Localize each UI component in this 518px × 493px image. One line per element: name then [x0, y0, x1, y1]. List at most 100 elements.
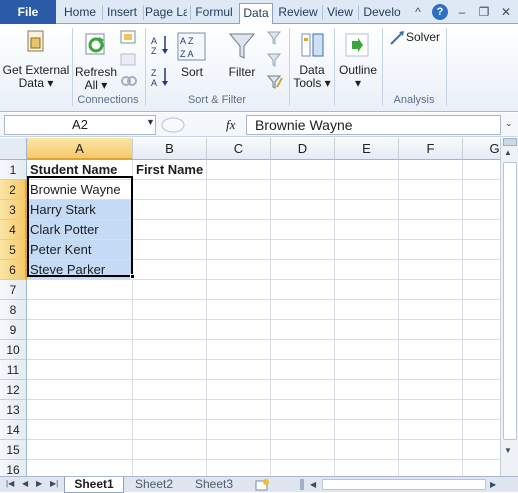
sort-z-to-a-icon[interactable]: Z A [150, 66, 170, 88]
scroll-left-icon[interactable]: ◀ [310, 480, 316, 489]
all-dropdown-label: All ▾ [84, 78, 108, 92]
gridline [27, 319, 500, 320]
tab-page-layout[interactable]: Page La [145, 3, 187, 24]
tab-review[interactable]: Review [276, 3, 320, 24]
tab-view[interactable]: View [324, 3, 356, 24]
first-sheet-icon[interactable]: |◀ [6, 479, 14, 488]
row-header-4[interactable]: 4 [0, 220, 27, 240]
gridline [27, 379, 500, 380]
insert-function-icon[interactable]: fx [226, 117, 235, 133]
close-window-icon[interactable]: ✕ [498, 4, 514, 20]
row-header-15[interactable]: 15 [0, 440, 27, 460]
expand-formula-bar-icon[interactable]: ⌄ [505, 118, 513, 129]
sheet-tab-sheet2[interactable]: Sheet2 [126, 477, 182, 493]
tab-file[interactable]: File [0, 0, 56, 24]
last-sheet-icon[interactable]: ▶| [50, 479, 58, 488]
help-icon[interactable]: ? [432, 4, 448, 20]
tab-split-handle[interactable] [300, 479, 304, 490]
vertical-scrollbar[interactable]: ▲ ▼ [500, 138, 518, 476]
ribbon: Get External Data ▾ Refresh All ▾ Connec… [0, 24, 518, 112]
horizontal-scroll-thumb[interactable] [322, 479, 486, 490]
row-header-12[interactable]: 12 [0, 380, 27, 400]
properties-icon[interactable] [120, 52, 138, 68]
sort-icon: A Z Z A [177, 32, 206, 61]
svg-text:A Z: A Z [180, 36, 194, 46]
tab-data[interactable]: Data [239, 3, 273, 25]
scroll-down-icon[interactable]: ▼ [504, 446, 512, 455]
tab-developer[interactable]: Develo [360, 3, 404, 24]
group-label-connections: Connections [77, 94, 139, 106]
row-header-14[interactable]: 14 [0, 420, 27, 440]
formula-bar: A2 ▼ fx Brownie Wayne ⌄ [0, 113, 518, 137]
minimize-window-icon[interactable]: – [454, 4, 470, 20]
refresh-icon [85, 33, 105, 55]
selection-range-border [27, 176, 133, 277]
sheet-tab-sheet3[interactable]: Sheet3 [186, 477, 242, 493]
column-header-a[interactable]: A [27, 138, 133, 160]
fill-handle[interactable] [130, 274, 135, 279]
svg-text:Z A: Z A [180, 49, 194, 59]
group-separator [446, 28, 447, 106]
sheet-tab-sheet1[interactable]: Sheet1 [64, 477, 124, 493]
scroll-right-icon[interactable]: ▶ [490, 480, 496, 489]
row-header-11[interactable]: 11 [0, 360, 27, 380]
reapply-filter-icon[interactable] [266, 52, 284, 68]
svg-text:A: A [151, 36, 157, 46]
row-header-5[interactable]: 5 [0, 240, 27, 260]
column-header-g[interactable]: G [463, 138, 500, 160]
ribbon-tab-bar: File Home Insert Page La Formul Data Rev… [0, 0, 518, 25]
row-header-7[interactable]: 7 [0, 280, 27, 300]
column-header-e[interactable]: E [335, 138, 399, 160]
row-header-1[interactable]: 1 [0, 160, 27, 180]
gridline [462, 160, 463, 476]
clear-filter-icon[interactable] [266, 30, 284, 46]
row-header-9[interactable]: 9 [0, 320, 27, 340]
scroll-thumb[interactable] [503, 162, 517, 440]
svg-text:Z: Z [151, 46, 157, 56]
database-icon [27, 30, 44, 52]
next-sheet-icon[interactable]: ▶ [36, 479, 42, 488]
cell-b1[interactable]: First Name [133, 160, 206, 179]
name-box[interactable]: A2 [4, 115, 156, 135]
column-header-f[interactable]: F [399, 138, 463, 160]
restore-window-icon[interactable]: ❐ [476, 4, 492, 20]
tab-home[interactable]: Home [61, 3, 99, 24]
formula-input[interactable]: Brownie Wayne [246, 115, 501, 135]
row-header-3[interactable]: 3 [0, 200, 27, 220]
column-header-b[interactable]: B [133, 138, 207, 160]
gridline [27, 459, 500, 460]
formula-bar-splitter-icon[interactable] [160, 116, 186, 134]
gridline [27, 299, 500, 300]
prev-sheet-icon[interactable]: ◀ [22, 479, 28, 488]
row-header-8[interactable]: 8 [0, 300, 27, 320]
row-header-16[interactable]: 16 [0, 460, 27, 476]
scroll-up-icon[interactable]: ▲ [504, 148, 512, 157]
data-dropdown-label: Data ▾ [18, 76, 54, 90]
gridline [27, 279, 500, 280]
outline-dropdown-icon: ▾ [354, 76, 362, 90]
gridline [27, 339, 500, 340]
advanced-filter-icon[interactable] [266, 74, 284, 90]
connections-icon[interactable] [120, 30, 138, 46]
edit-links-icon[interactable] [120, 74, 138, 88]
group-separator [289, 28, 290, 106]
tab-insert[interactable]: Insert [104, 3, 140, 24]
gridline [398, 160, 399, 476]
sort-a-to-z-icon[interactable]: A Z [150, 34, 170, 56]
group-label-sort-filter: Sort & Filter [187, 94, 247, 106]
group-separator [334, 28, 335, 106]
column-header-c[interactable]: C [207, 138, 271, 160]
column-header-d[interactable]: D [271, 138, 335, 160]
gridline [206, 160, 207, 476]
insert-sheet-icon[interactable] [254, 478, 270, 491]
minimize-ribbon-icon[interactable]: ^ [410, 4, 426, 20]
row-header-6[interactable]: 6 [0, 260, 27, 280]
tab-formulas[interactable]: Formul [192, 3, 236, 24]
split-box[interactable] [503, 138, 517, 146]
name-box-dropdown-icon[interactable]: ▼ [146, 117, 155, 127]
row-header-10[interactable]: 10 [0, 340, 27, 360]
row-header-2[interactable]: 2 [0, 180, 27, 200]
worksheet-grid[interactable]: A B C D E F G 1 2 3 4 5 6 7 8 9 10 11 12… [0, 138, 500, 476]
row-header-13[interactable]: 13 [0, 400, 27, 420]
select-all-button[interactable] [0, 138, 27, 160]
